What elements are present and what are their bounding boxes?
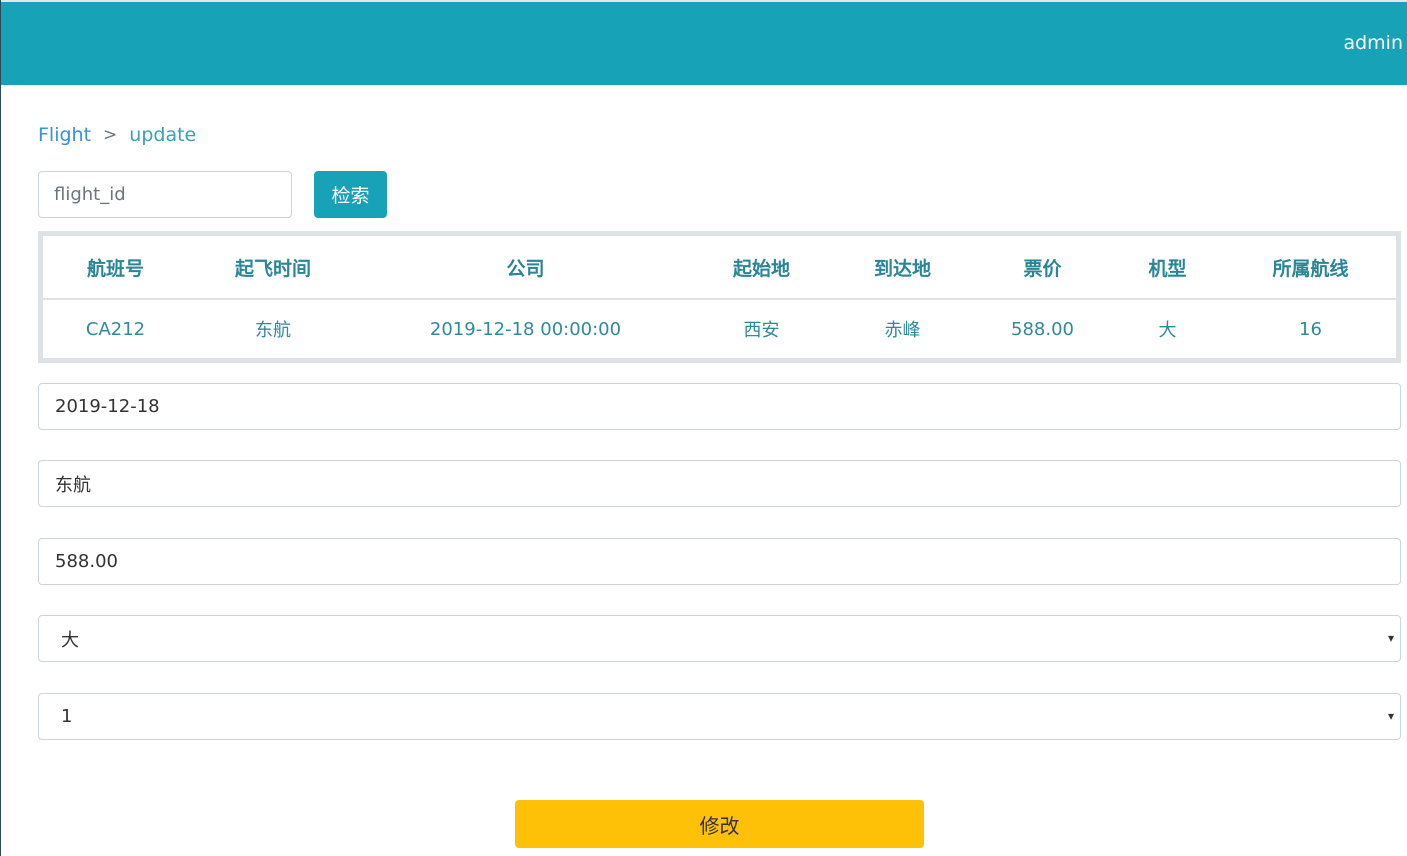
user-menu[interactable]: admin xyxy=(1343,32,1403,54)
table-cell: CA212 xyxy=(85,318,146,340)
departure-date-input[interactable]: 2019-12-18 xyxy=(38,383,1401,430)
table-cell: 588.00 xyxy=(1011,318,1074,340)
column-header: 起飞时间 xyxy=(188,236,358,300)
table-header-row: 航班号 起飞时间 公司 起始地 到达地 票价 机型 所属航线 xyxy=(43,236,1396,300)
price-input[interactable]: 588.00 xyxy=(38,538,1401,585)
search-button[interactable]: 检索 xyxy=(314,171,387,218)
table-cell: 西安 xyxy=(743,320,780,341)
column-header: 航班号 xyxy=(43,236,188,300)
breadcrumb-separator: > xyxy=(103,125,118,145)
page: admin Flight > update 检索 航班号 起飞时间 公司 起始地… xyxy=(0,0,1407,856)
plane-type-selected: 大 xyxy=(61,629,79,651)
column-header: 起始地 xyxy=(693,236,830,300)
price-value: 588.00 xyxy=(55,551,118,572)
column-header: 机型 xyxy=(1110,236,1225,300)
departure-date-value: 2019-12-18 xyxy=(55,396,160,417)
column-header: 票价 xyxy=(975,236,1110,300)
company-input[interactable]: 东航 xyxy=(38,460,1401,507)
table-cell: 大 xyxy=(1158,320,1177,341)
column-header: 所属航线 xyxy=(1225,236,1396,300)
table-cell: 2019-12-18 00:00:00 xyxy=(429,318,622,340)
table-row: CA212 东航 2019-12-18 00:00:00 西安 赤峰 588.0… xyxy=(43,299,1396,358)
chevron-down-icon: ▾ xyxy=(1387,631,1394,645)
top-navbar: admin xyxy=(1,0,1407,85)
column-header: 公司 xyxy=(358,236,693,300)
plane-type-select[interactable]: 大 ▾ xyxy=(38,615,1401,662)
company-value: 东航 xyxy=(55,474,91,496)
table-cell: 赤峰 xyxy=(884,320,921,341)
route-selected: 1 xyxy=(61,706,73,727)
breadcrumb-link-flight[interactable]: Flight xyxy=(38,124,91,146)
flight-table: 航班号 起飞时间 公司 起始地 到达地 票价 机型 所属航线 CA212 东航 … xyxy=(38,231,1401,363)
table-cell: 16 xyxy=(1299,318,1322,340)
breadcrumb: Flight > update xyxy=(38,124,196,146)
column-header: 到达地 xyxy=(830,236,975,300)
route-select[interactable]: 1 ▾ xyxy=(38,693,1401,740)
flight-id-search-input[interactable] xyxy=(38,171,292,218)
update-submit-button[interactable]: 修改 xyxy=(515,800,924,848)
table-cell: 东航 xyxy=(255,320,291,341)
breadcrumb-current: update xyxy=(129,124,197,146)
chevron-down-icon: ▾ xyxy=(1387,709,1394,723)
